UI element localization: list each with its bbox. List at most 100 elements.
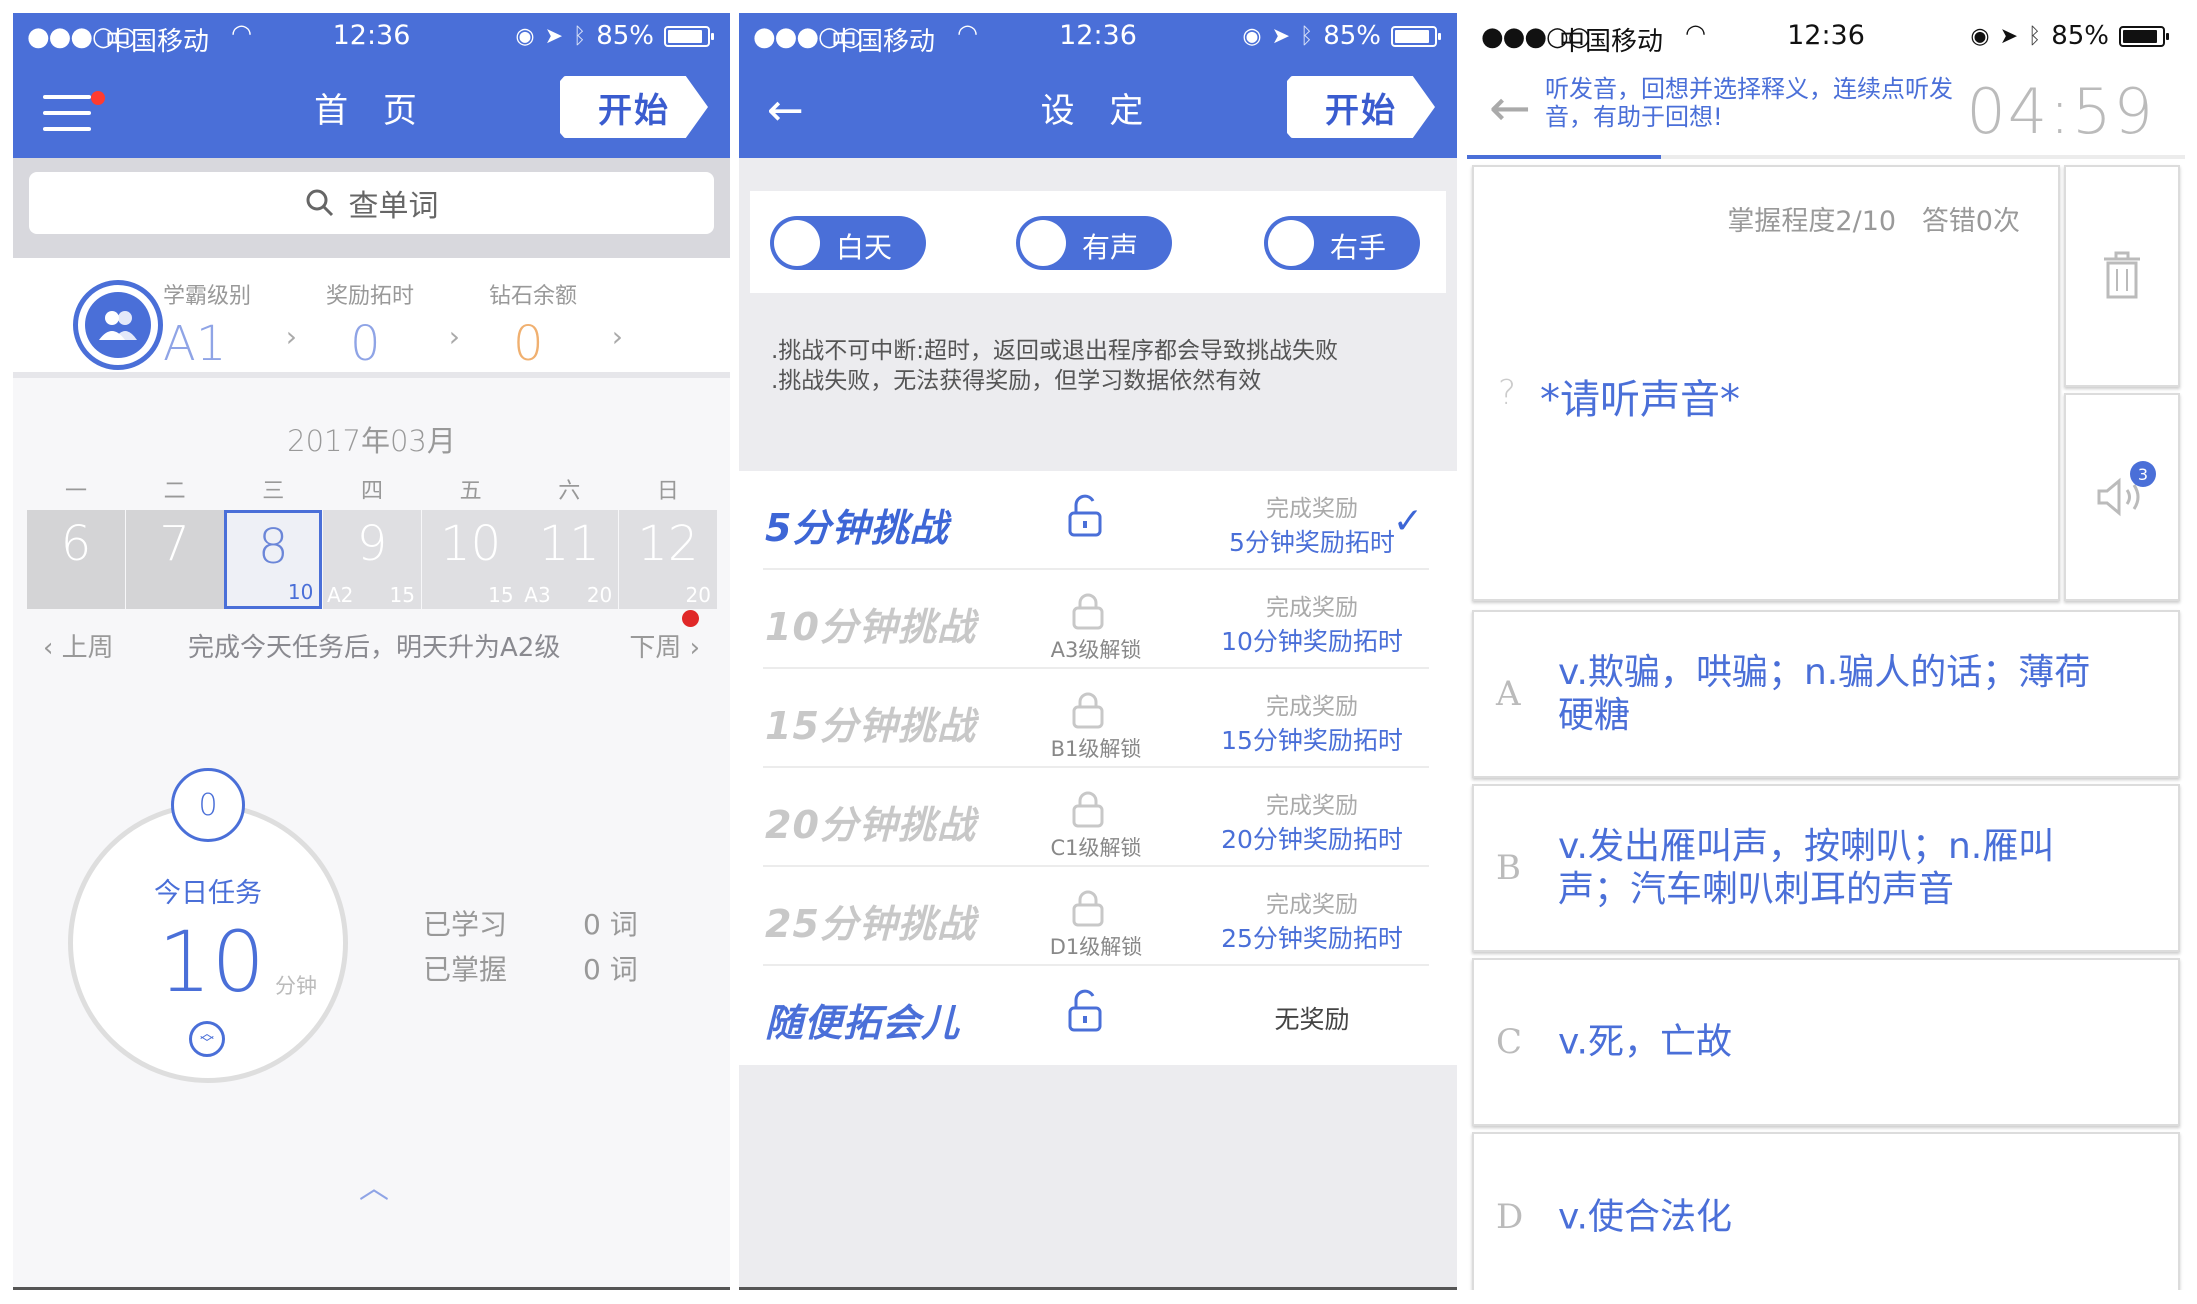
- lock-icon: [1063, 790, 1113, 834]
- stat-value: 0: [513, 316, 544, 372]
- learned-label: 已学习: [423, 908, 508, 941]
- play-audio-button[interactable]: 3: [2064, 393, 2180, 601]
- challenge-item[interactable]: 25分钟挑战 D1级解锁 完成奖励 25分钟奖励拓时: [763, 867, 1429, 966]
- bluetooth-icon: ᛒ: [573, 23, 587, 49]
- stat-level[interactable]: 学霸级别 A1 ›: [163, 278, 303, 372]
- day-number: 10: [440, 516, 502, 572]
- page-title: 首 页: [314, 91, 429, 131]
- delete-button[interactable]: [2064, 165, 2180, 387]
- notification-dot: [91, 91, 105, 105]
- calendar-day[interactable]: 11 A3 20: [520, 510, 619, 609]
- chevron-right-icon: ›: [285, 320, 297, 353]
- day-level: A3: [524, 583, 551, 607]
- answer-option-c[interactable]: C v.死，亡故: [1472, 958, 2180, 1126]
- wifi-icon: ◠: [1685, 19, 1706, 47]
- status-time: 12:36: [332, 20, 411, 51]
- day-target: 10: [287, 580, 314, 604]
- back-arrow-icon[interactable]: ←: [767, 89, 804, 133]
- unlock-requirement: D1级解锁: [1049, 935, 1143, 959]
- toggle-right-hand[interactable]: 右手: [1264, 216, 1420, 270]
- next-week-label: 下周: [629, 633, 682, 663]
- menu-icon[interactable]: [43, 93, 91, 133]
- search-icon: [306, 189, 333, 217]
- reward-text: 15分钟奖励拓时: [1221, 726, 1403, 755]
- bluetooth-icon: ᛒ: [1300, 23, 1314, 49]
- battery-fill: [1395, 29, 1429, 43]
- prev-week-button[interactable]: ‹ 上周: [43, 627, 114, 664]
- answer-option-b[interactable]: B v.发出雁叫声，按喇叭；n.雁叫声；汽车喇叭刺耳的声音: [1472, 784, 2180, 952]
- day-number: 8: [258, 519, 289, 575]
- reward-title: 完成奖励: [1266, 793, 1358, 819]
- challenge-name: 10分钟挑战: [765, 605, 976, 649]
- carrier-label: 中国移动: [105, 27, 210, 57]
- option-letter: C: [1496, 1022, 1523, 1062]
- reward-text: 20分钟奖励拓时: [1221, 825, 1403, 854]
- status-bar: ●●●○○ 中国移动 ◠ 12:36 ◉ ➤ ᛒ 85%: [739, 13, 1457, 61]
- start-button[interactable]: 开始: [1287, 76, 1435, 138]
- calendar-day[interactable]: 7: [125, 510, 224, 609]
- day-target: 20: [586, 583, 613, 607]
- calendar-day[interactable]: 6: [27, 510, 125, 609]
- battery-icon: [664, 25, 714, 47]
- calendar-day[interactable]: 10 15: [421, 510, 520, 609]
- toggle-day-mode[interactable]: 白天: [770, 216, 926, 270]
- unlock-requirement: A3级解锁: [1050, 638, 1142, 662]
- option-text: v.欺骗，哄骗；n.骗人的话；薄荷硬糖: [1558, 652, 2091, 736]
- option-text: v.发出雁叫声，按喇叭；n.雁叫声；汽车喇叭刺耳的声音: [1558, 826, 2055, 910]
- task-minutes: 10: [158, 913, 265, 1011]
- challenge-item[interactable]: 20分钟挑战 C1级解锁 完成奖励 20分钟奖励拓时: [763, 768, 1429, 867]
- home-screen: ●●●○○ 中国移动 ◠ 12:36 ◉ ➤ ᛒ 85% 首 页 开始 查单词 …: [13, 13, 730, 1290]
- battery-percent: 85%: [2051, 21, 2109, 51]
- day-number: 9: [356, 516, 388, 572]
- option-letter: B: [1496, 848, 1521, 888]
- battery-percent: 85%: [596, 21, 654, 51]
- search-input[interactable]: 查单词: [29, 172, 714, 234]
- battery-icon: [1391, 25, 1441, 47]
- battery-fill: [2123, 29, 2157, 43]
- challenge-item[interactable]: 随便拓会儿 无奖励: [763, 966, 1429, 1065]
- stat-label: 学霸级别: [163, 284, 252, 309]
- toggle-sound[interactable]: 有声: [1016, 216, 1172, 270]
- question-prompt: *请听声音*: [1540, 377, 1740, 423]
- toggle-label: 白天: [836, 231, 893, 264]
- battery-fill: [668, 29, 702, 43]
- ring-top-counter: 0: [171, 768, 245, 842]
- minutes-stepper-icon[interactable]: ︿ ﹀: [189, 1021, 225, 1057]
- unlocked-icon: [1063, 493, 1113, 543]
- challenge-item[interactable]: 15分钟挑战 B1级解锁 完成奖励 15分钟奖励拓时: [763, 669, 1429, 768]
- next-week-button[interactable]: 下周 ›: [629, 627, 700, 664]
- quiz-progress-bar: [1467, 155, 2185, 159]
- learned-value: 0 词: [583, 908, 638, 941]
- challenge-name: 20分钟挑战: [765, 803, 976, 847]
- avatar[interactable]: [73, 280, 163, 370]
- day-target: 15: [488, 583, 514, 607]
- trash-icon: [2104, 251, 2140, 299]
- start-button[interactable]: 开始: [560, 76, 708, 138]
- reward-text: 无奖励: [1274, 1005, 1350, 1034]
- chevron-up-icon[interactable]: ︿: [359, 1163, 389, 1207]
- stat-diamonds[interactable]: 钻石余额 0 ›: [489, 278, 629, 372]
- chevron-right-icon: ›: [681, 633, 700, 663]
- toggle-knob: [1020, 220, 1066, 266]
- calendar-day[interactable]: 12 20: [618, 510, 717, 609]
- answer-option-a[interactable]: A v.欺骗，哄骗；n.骗人的话；薄荷硬糖: [1472, 610, 2180, 778]
- back-arrow-icon[interactable]: ←: [1489, 83, 1531, 133]
- calendar-day[interactable]: 9 A2 15: [322, 510, 421, 609]
- chevron-right-icon: ›: [611, 320, 623, 353]
- wifi-icon: ◠: [231, 19, 252, 47]
- calendar-day-today[interactable]: 8 10: [224, 510, 323, 609]
- challenge-item[interactable]: 5分钟挑战 完成奖励 5分钟奖励拓时 ✓: [763, 471, 1429, 570]
- stat-bonus-time[interactable]: 奖励拓时 0 ›: [326, 278, 466, 372]
- toggle-label: 有声: [1082, 231, 1139, 264]
- lock-icon: [1063, 889, 1113, 933]
- stat-value: 0: [350, 316, 381, 372]
- progress-fill: [1467, 155, 1661, 159]
- question-mark: ?: [1498, 373, 1517, 413]
- calendar-alert-dot: [682, 610, 699, 627]
- answer-option-d[interactable]: D v.使合法化: [1472, 1132, 2180, 1290]
- reward-text: 10分钟奖励拓时: [1221, 627, 1403, 656]
- location-icon: ➤: [544, 23, 563, 49]
- wrong-count: 答错0次: [1921, 206, 2020, 237]
- battery-percent: 85%: [1323, 21, 1381, 51]
- challenge-item[interactable]: 10分钟挑战 A3级解锁 完成奖励 10分钟奖励拓时: [763, 570, 1429, 669]
